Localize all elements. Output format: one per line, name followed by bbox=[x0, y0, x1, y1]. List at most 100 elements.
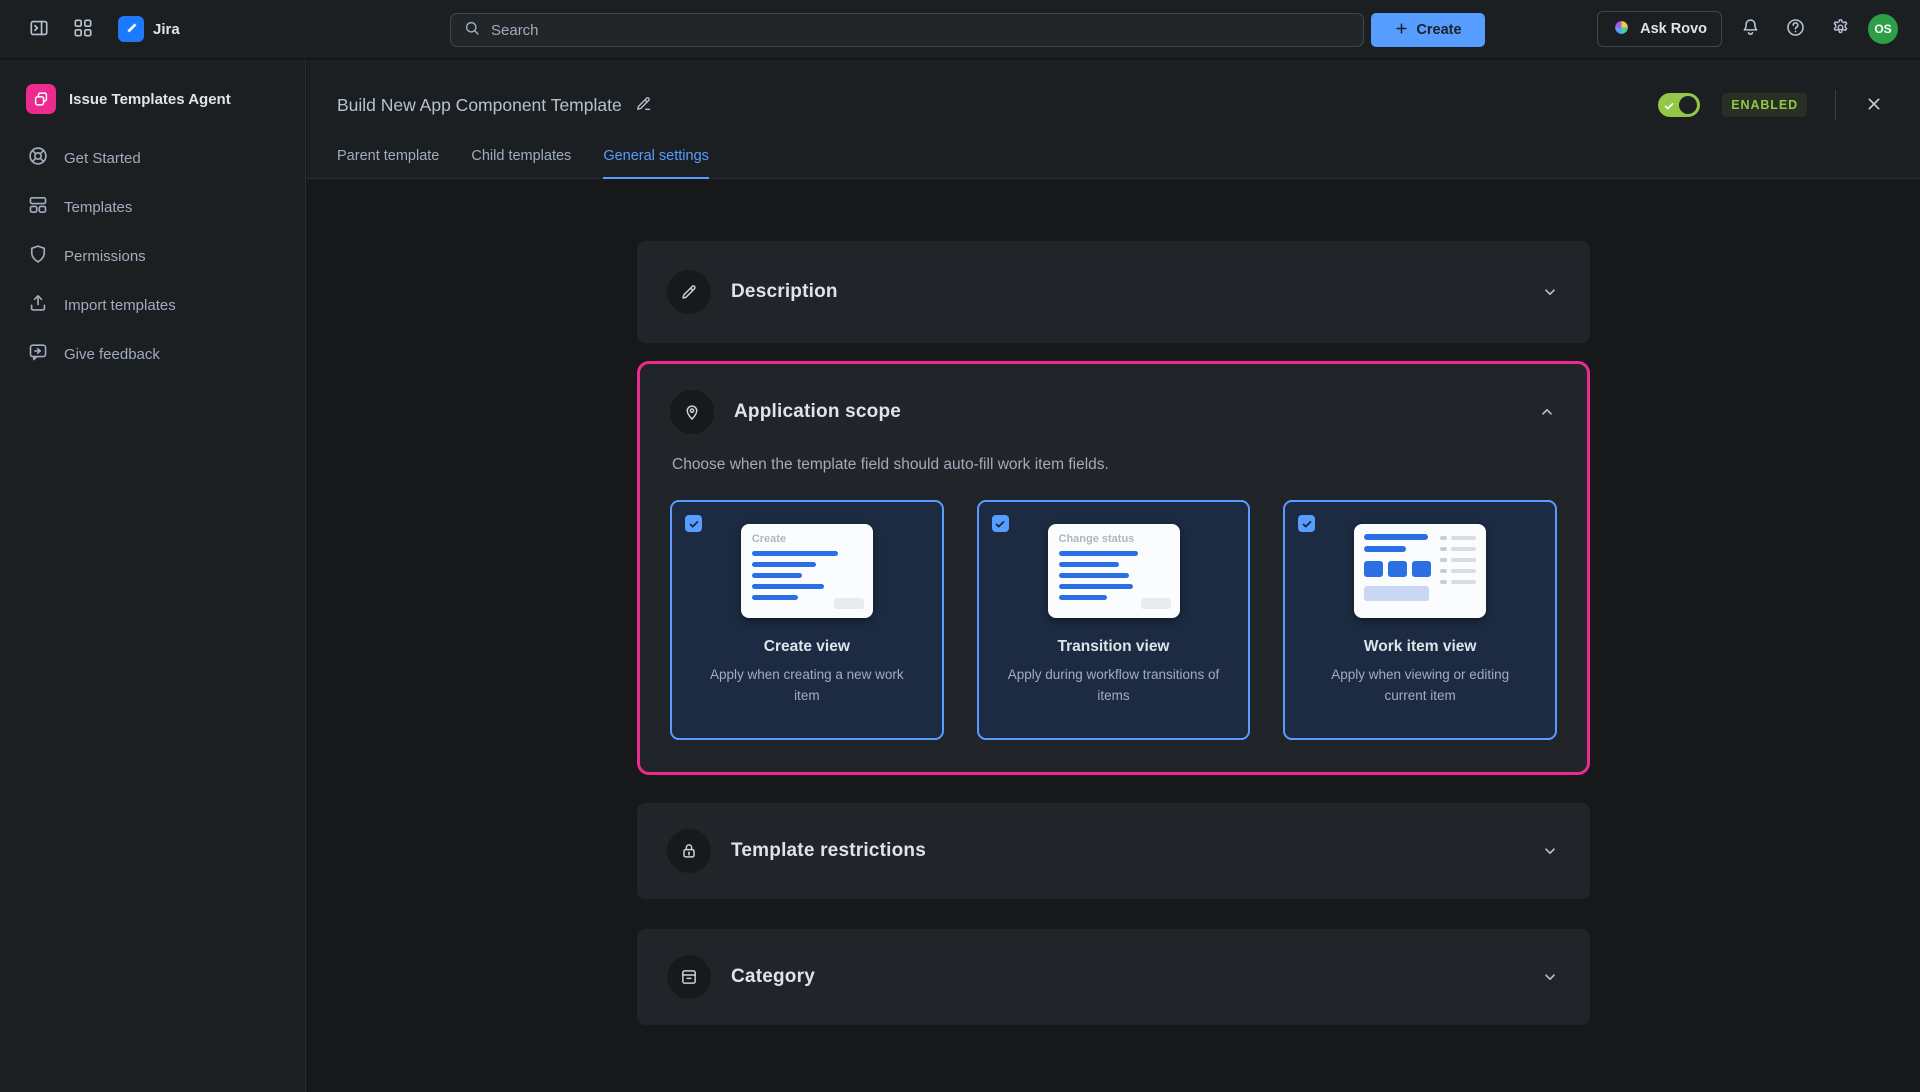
question-circle-icon bbox=[1785, 17, 1806, 41]
option-description: Apply during workflow transitions of ite… bbox=[1008, 665, 1220, 707]
chevron-down-icon[interactable] bbox=[1540, 967, 1560, 987]
work-item-view-illustration bbox=[1354, 524, 1486, 618]
app-grid-icon bbox=[72, 17, 94, 42]
sidebar-nav: Get Started Templates Permissions Import… bbox=[16, 134, 289, 379]
header-divider bbox=[1835, 90, 1836, 120]
sidebar-app-title: Issue Templates Agent bbox=[69, 91, 231, 108]
checkbox-transition-view[interactable] bbox=[992, 515, 1009, 532]
toggle-knob bbox=[1679, 96, 1697, 114]
tab-general-settings[interactable]: General settings bbox=[603, 148, 709, 179]
topbar-right-group: Ask Rovo OS bbox=[1597, 11, 1898, 47]
sidebar-item-label: Give feedback bbox=[64, 346, 160, 363]
checkbox-create-view[interactable] bbox=[685, 515, 702, 532]
section-template-restrictions[interactable]: Template restrictions bbox=[637, 803, 1590, 899]
sidebar-item-templates[interactable]: Templates bbox=[16, 183, 289, 232]
section-application-scope: Application scope Choose when the templa… bbox=[637, 361, 1590, 775]
main-panel: Build New App Component Template ENABLED bbox=[307, 60, 1920, 1092]
illustration-button-shape bbox=[834, 598, 864, 609]
page-title: Build New App Component Template bbox=[337, 95, 622, 116]
layout-grid-icon bbox=[27, 194, 49, 221]
lock-icon bbox=[667, 829, 711, 873]
search-input[interactable] bbox=[491, 22, 1351, 39]
pencil-icon bbox=[634, 94, 653, 116]
edit-title-button[interactable] bbox=[634, 94, 653, 116]
illustration-label: Create bbox=[752, 533, 862, 545]
checkbox-work-item-view[interactable] bbox=[1298, 515, 1315, 532]
option-card-create-view[interactable]: Create Create view Apply when creating a… bbox=[670, 500, 944, 740]
close-button[interactable] bbox=[1864, 94, 1884, 117]
section-title: Application scope bbox=[734, 401, 901, 423]
scope-options: Create Create view Apply when creating a… bbox=[670, 500, 1557, 740]
close-icon bbox=[1864, 94, 1884, 117]
left-sidebar: Issue Templates Agent Get Started Templa… bbox=[0, 60, 306, 1092]
notifications-button[interactable] bbox=[1733, 12, 1767, 46]
bell-icon bbox=[1740, 17, 1761, 41]
option-description: Apply when viewing or editing current it… bbox=[1314, 665, 1526, 707]
help-button[interactable] bbox=[1778, 12, 1812, 46]
life-buoy-icon bbox=[27, 145, 49, 172]
jira-home-link[interactable]: Jira bbox=[118, 16, 180, 42]
feedback-bubble-icon bbox=[27, 341, 49, 368]
sidebar-item-label: Permissions bbox=[64, 248, 146, 265]
tab-bar: Parent template Child templates General … bbox=[337, 148, 709, 179]
option-card-work-item-view[interactable]: Work item view Apply when viewing or edi… bbox=[1283, 500, 1557, 740]
sidebar-app-header: Issue Templates Agent bbox=[16, 74, 289, 134]
section-category[interactable]: Category bbox=[637, 929, 1590, 1025]
create-view-illustration: Create bbox=[741, 524, 873, 618]
chevron-up-icon[interactable] bbox=[1537, 402, 1557, 422]
toggle-check-icon bbox=[1663, 99, 1675, 117]
topbar-left-group: Jira bbox=[22, 12, 180, 46]
sidebar-item-label: Templates bbox=[64, 199, 132, 216]
description-icon bbox=[667, 270, 711, 314]
option-title: Work item view bbox=[1364, 638, 1477, 656]
sidebar-item-get-started[interactable]: Get Started bbox=[16, 134, 289, 183]
application-scope-subtitle: Choose when the template field should au… bbox=[672, 456, 1557, 474]
top-navigation-bar: Jira Create Ask Rovo bbox=[0, 0, 1920, 59]
create-button-label: Create bbox=[1416, 22, 1461, 38]
sidebar-item-give-feedback[interactable]: Give feedback bbox=[16, 330, 289, 379]
create-button[interactable]: Create bbox=[1371, 13, 1485, 47]
ask-rovo-button[interactable]: Ask Rovo bbox=[1597, 11, 1722, 47]
app-switcher-button[interactable] bbox=[66, 12, 100, 46]
location-pin-icon bbox=[670, 390, 714, 434]
illustration-button-shape bbox=[1141, 598, 1171, 609]
sidebar-item-permissions[interactable]: Permissions bbox=[16, 232, 289, 281]
settings-content: Description Application scope Choose whe… bbox=[307, 179, 1920, 1092]
section-description[interactable]: Description bbox=[637, 241, 1590, 343]
avatar-initials: OS bbox=[1874, 22, 1891, 36]
illustration-label: Change status bbox=[1059, 533, 1169, 545]
status-badge: ENABLED bbox=[1722, 93, 1807, 117]
application-scope-header[interactable]: Application scope bbox=[670, 390, 1557, 434]
sidebar-item-import-templates[interactable]: Import templates bbox=[16, 281, 289, 330]
sidebar-toggle-icon bbox=[28, 17, 50, 42]
option-card-transition-view[interactable]: Change status Transition view Apply duri… bbox=[977, 500, 1251, 740]
app-name: Jira bbox=[153, 21, 180, 38]
tab-child-templates[interactable]: Child templates bbox=[471, 148, 571, 179]
user-avatar[interactable]: OS bbox=[1868, 14, 1898, 44]
archive-box-icon bbox=[667, 955, 711, 999]
search-icon bbox=[463, 19, 481, 42]
ask-rovo-label: Ask Rovo bbox=[1640, 21, 1707, 37]
option-description: Apply when creating a new work item bbox=[701, 665, 913, 707]
sidebar-toggle-button[interactable] bbox=[22, 12, 56, 46]
sidebar-item-label: Get Started bbox=[64, 150, 141, 167]
issue-templates-agent-icon bbox=[26, 84, 56, 114]
option-title: Transition view bbox=[1058, 638, 1170, 656]
option-title: Create view bbox=[764, 638, 850, 656]
jira-logo-icon bbox=[118, 16, 144, 42]
section-title: Category bbox=[731, 966, 815, 988]
section-title: Description bbox=[731, 281, 838, 303]
enabled-toggle[interactable] bbox=[1658, 93, 1700, 117]
gear-icon bbox=[1830, 17, 1851, 41]
settings-button[interactable] bbox=[1823, 12, 1857, 46]
template-header: Build New App Component Template ENABLED bbox=[307, 60, 1920, 179]
transition-view-illustration: Change status bbox=[1048, 524, 1180, 618]
upload-icon bbox=[27, 292, 49, 319]
sidebar-item-label: Import templates bbox=[64, 297, 176, 314]
global-search[interactable] bbox=[450, 13, 1364, 47]
plus-icon bbox=[1394, 21, 1409, 40]
tab-parent-template[interactable]: Parent template bbox=[337, 148, 439, 179]
chevron-down-icon[interactable] bbox=[1540, 282, 1560, 302]
section-title: Template restrictions bbox=[731, 840, 926, 862]
chevron-down-icon[interactable] bbox=[1540, 841, 1560, 861]
